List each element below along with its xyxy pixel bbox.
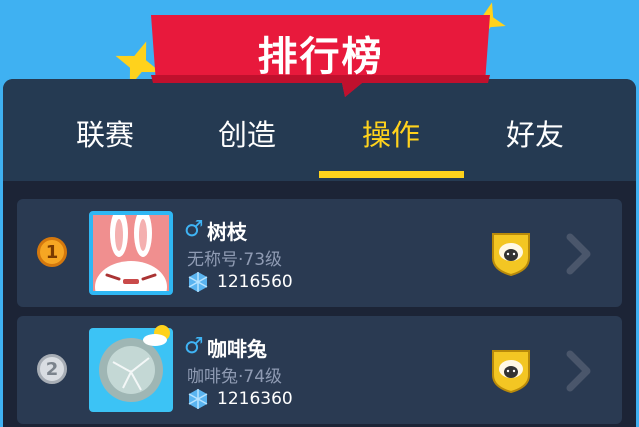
rank-badge: 2	[37, 354, 67, 384]
active-tab-indicator	[319, 171, 464, 178]
chevron-right-icon[interactable]	[565, 350, 593, 392]
male-icon: ♂	[184, 217, 204, 242]
gem-icon	[188, 272, 208, 292]
ranking-row[interactable]: 1 ♂ 树枝 无称号·73级 1216560	[17, 199, 622, 307]
player-title-level: 咖啡兔·74级	[187, 367, 283, 387]
male-icon: ♂	[184, 334, 204, 359]
tab-league[interactable]: 联赛	[30, 112, 180, 154]
tab-operation[interactable]: 操作	[316, 112, 466, 154]
sheep-badge-icon	[492, 350, 530, 393]
avatar[interactable]	[89, 211, 173, 295]
sheep-badge-icon	[492, 233, 530, 276]
gem-icon	[188, 389, 208, 409]
player-score: 1216560	[217, 272, 293, 292]
page-title: 排行榜	[257, 34, 384, 80]
player-name: 树枝	[207, 220, 247, 244]
ranking-row[interactable]: 2 ♂ 咖啡兔 咖啡兔·74级 1216360	[17, 316, 622, 424]
weather-icon	[143, 325, 170, 346]
player-title-level: 无称号·73级	[187, 250, 283, 270]
chevron-right-icon[interactable]	[565, 233, 593, 275]
player-score: 1216360	[217, 389, 293, 409]
rank-badge: 1	[37, 237, 67, 267]
rabbit-avatar-icon	[93, 215, 169, 291]
player-name: 咖啡兔	[207, 337, 267, 361]
tab-friends[interactable]: 好友	[460, 112, 610, 154]
tab-create[interactable]: 创造	[172, 112, 322, 154]
